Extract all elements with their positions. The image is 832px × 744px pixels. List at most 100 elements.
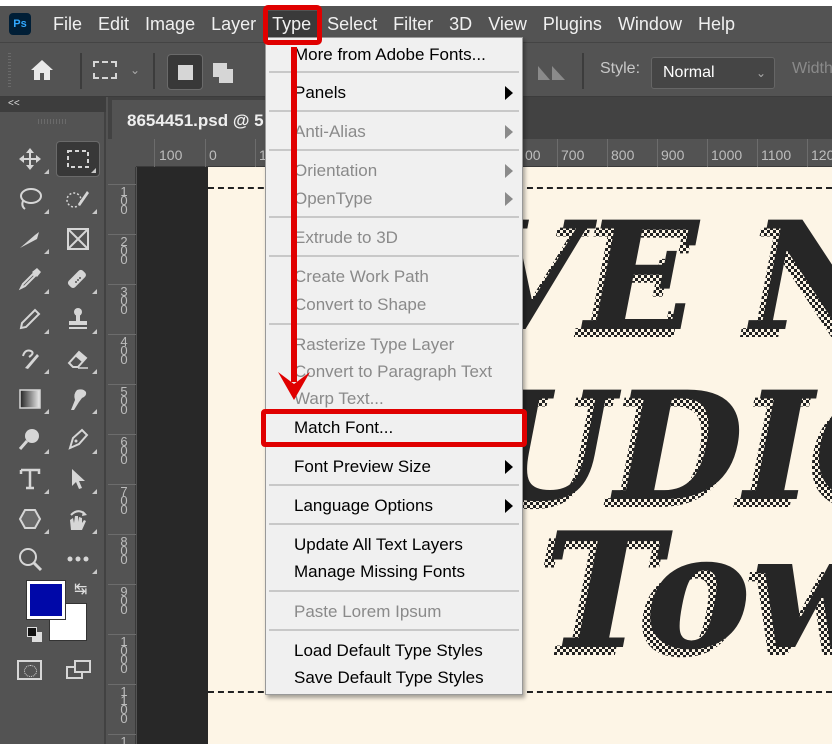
history-brush-tool[interactable] bbox=[8, 341, 52, 377]
type-tool[interactable] bbox=[8, 461, 52, 497]
photoshop-logo-icon: Ps bbox=[9, 13, 31, 35]
menu-window[interactable]: Window bbox=[610, 11, 690, 37]
magnifier-icon bbox=[19, 548, 43, 572]
menu-item-font-preview-size[interactable]: Font Preview Size bbox=[266, 453, 522, 480]
ruler-label: 100 bbox=[159, 147, 183, 163]
swap-colors-icon[interactable]: ↹ bbox=[74, 579, 87, 599]
ruler-label: 1000 bbox=[120, 634, 128, 676]
quick-mask-icon[interactable] bbox=[17, 660, 42, 680]
ruler-origin[interactable] bbox=[108, 139, 136, 167]
gradient-icon bbox=[19, 389, 41, 409]
pen-tool[interactable] bbox=[56, 421, 100, 457]
options-separator bbox=[80, 53, 82, 89]
type-menu-dropdown: More from Adobe Fonts... Panels Anti-Ali… bbox=[265, 37, 523, 695]
screen-mode-icon[interactable] bbox=[66, 660, 92, 680]
frame-tool[interactable] bbox=[56, 221, 100, 257]
object-selection-tool[interactable] bbox=[56, 181, 100, 217]
crop-icon bbox=[20, 232, 39, 248]
menu-image[interactable]: Image bbox=[137, 11, 203, 37]
clone-stamp-tool[interactable] bbox=[56, 301, 100, 337]
menu-item-language-options[interactable]: Language Options bbox=[266, 492, 522, 519]
ruler-label: 500 bbox=[120, 384, 128, 417]
frame-icon bbox=[67, 228, 89, 250]
menu-edit[interactable]: Edit bbox=[90, 11, 137, 37]
rectangular-marquee-icon bbox=[67, 150, 89, 168]
shape-tool[interactable] bbox=[8, 501, 52, 537]
menu-item-update-all-text-layers[interactable]: Update All Text Layers bbox=[266, 531, 522, 558]
menu-item-extrude-to-3d: Extrude to 3D bbox=[294, 228, 398, 247]
annotation-arrow-head-icon bbox=[278, 372, 310, 400]
menu-layer[interactable]: Layer bbox=[203, 11, 264, 37]
ruler-label: 900 bbox=[120, 584, 128, 617]
eraser-icon bbox=[67, 350, 88, 369]
pencil-icon bbox=[19, 308, 41, 330]
eyedropper-tool[interactable] bbox=[8, 261, 52, 297]
foreground-color-swatch[interactable] bbox=[26, 580, 66, 620]
collapse-panel-button[interactable]: << bbox=[0, 97, 106, 112]
menu-item-more-from-adobe-fonts[interactable]: More from Adobe Fonts... bbox=[266, 41, 522, 68]
smudge-tool[interactable] bbox=[56, 381, 100, 417]
more-tools[interactable] bbox=[56, 541, 100, 577]
eraser-tool[interactable] bbox=[56, 341, 100, 377]
zoom-tool[interactable] bbox=[8, 541, 52, 577]
tools-panel-grip[interactable] bbox=[38, 119, 66, 124]
menu-item-convert-to-shape: Convert to Shape bbox=[294, 295, 427, 314]
hand-rotate-icon bbox=[70, 510, 87, 530]
menu-view[interactable]: View bbox=[480, 11, 535, 37]
lasso-icon bbox=[20, 188, 42, 210]
menu-select[interactable]: Select bbox=[319, 11, 385, 37]
hexagon-icon bbox=[18, 509, 42, 529]
menu-plugins[interactable]: Plugins bbox=[535, 11, 610, 37]
ruler-label: 700 bbox=[561, 147, 585, 163]
history-brush-icon bbox=[22, 349, 39, 369]
ruler-vertical: 100 200 300 400 500 600 700 800 900 1000… bbox=[108, 167, 136, 744]
menu-item-save-default-type-styles[interactable]: Save Default Type Styles bbox=[266, 664, 522, 691]
ruler-label: 300 bbox=[120, 284, 128, 317]
pencil-tool[interactable] bbox=[8, 301, 52, 337]
menu-file[interactable]: File bbox=[45, 11, 90, 37]
spot-healing-brush-tool[interactable] bbox=[56, 261, 100, 297]
crop-tool[interactable] bbox=[8, 221, 52, 257]
menu-item-panels[interactable]: Panels bbox=[266, 79, 522, 106]
menu-item-paste-lorem-ipsum: Paste Lorem Ipsum bbox=[294, 602, 442, 621]
ruler-label: 600 bbox=[120, 434, 128, 467]
new-selection-button[interactable] bbox=[167, 54, 203, 90]
healing-bandage-icon bbox=[67, 269, 86, 288]
chevron-down-icon[interactable]: ⌄ bbox=[130, 63, 140, 77]
gradient-tool[interactable] bbox=[8, 381, 52, 417]
menu-help[interactable]: Help bbox=[690, 11, 743, 37]
ruler-label: 900 bbox=[661, 147, 685, 163]
style-select[interactable]: Normal ⌄ bbox=[651, 57, 775, 89]
menu-item-orientation: Orientation bbox=[266, 157, 522, 184]
menu-separator bbox=[269, 110, 519, 112]
eyedropper-icon bbox=[18, 268, 41, 291]
rotate-view-tool[interactable] bbox=[56, 501, 100, 537]
new-selection-icon bbox=[178, 65, 193, 80]
ruler-label: 1100 bbox=[120, 684, 128, 726]
submenu-arrow-icon bbox=[505, 192, 513, 206]
menu-item-manage-missing-fonts[interactable]: Manage Missing Fonts bbox=[266, 558, 522, 585]
menu-item-rasterize-type-layer: Rasterize Type Layer bbox=[294, 335, 455, 354]
move-tool[interactable] bbox=[8, 141, 52, 177]
marquee-preset-icon[interactable] bbox=[93, 61, 117, 79]
menu-separator bbox=[269, 149, 519, 151]
menu-separator bbox=[269, 523, 519, 525]
menu-item-load-default-type-styles[interactable]: Load Default Type Styles bbox=[266, 637, 522, 664]
path-selection-tool[interactable] bbox=[56, 461, 100, 497]
rectangular-marquee-tool[interactable] bbox=[56, 141, 100, 177]
ruler-label: 1100 bbox=[761, 147, 792, 163]
dodge-tool[interactable] bbox=[8, 421, 52, 457]
submenu-arrow-icon bbox=[505, 499, 513, 513]
options-bar-grip[interactable] bbox=[8, 53, 11, 87]
ruler-label: 1000 bbox=[711, 147, 743, 163]
object-selection-icon bbox=[66, 191, 89, 208]
lasso-tool[interactable] bbox=[8, 181, 52, 217]
ruler-label: 00 bbox=[525, 147, 541, 163]
menu-filter[interactable]: Filter bbox=[385, 11, 441, 37]
ruler-label: 800 bbox=[120, 534, 128, 567]
menu-3d[interactable]: 3D bbox=[441, 11, 480, 37]
home-icon[interactable] bbox=[30, 59, 54, 81]
menu-item-anti-alias: Anti-Alias bbox=[266, 118, 522, 145]
default-colors-icon[interactable] bbox=[27, 627, 43, 643]
menu-separator bbox=[269, 590, 519, 592]
